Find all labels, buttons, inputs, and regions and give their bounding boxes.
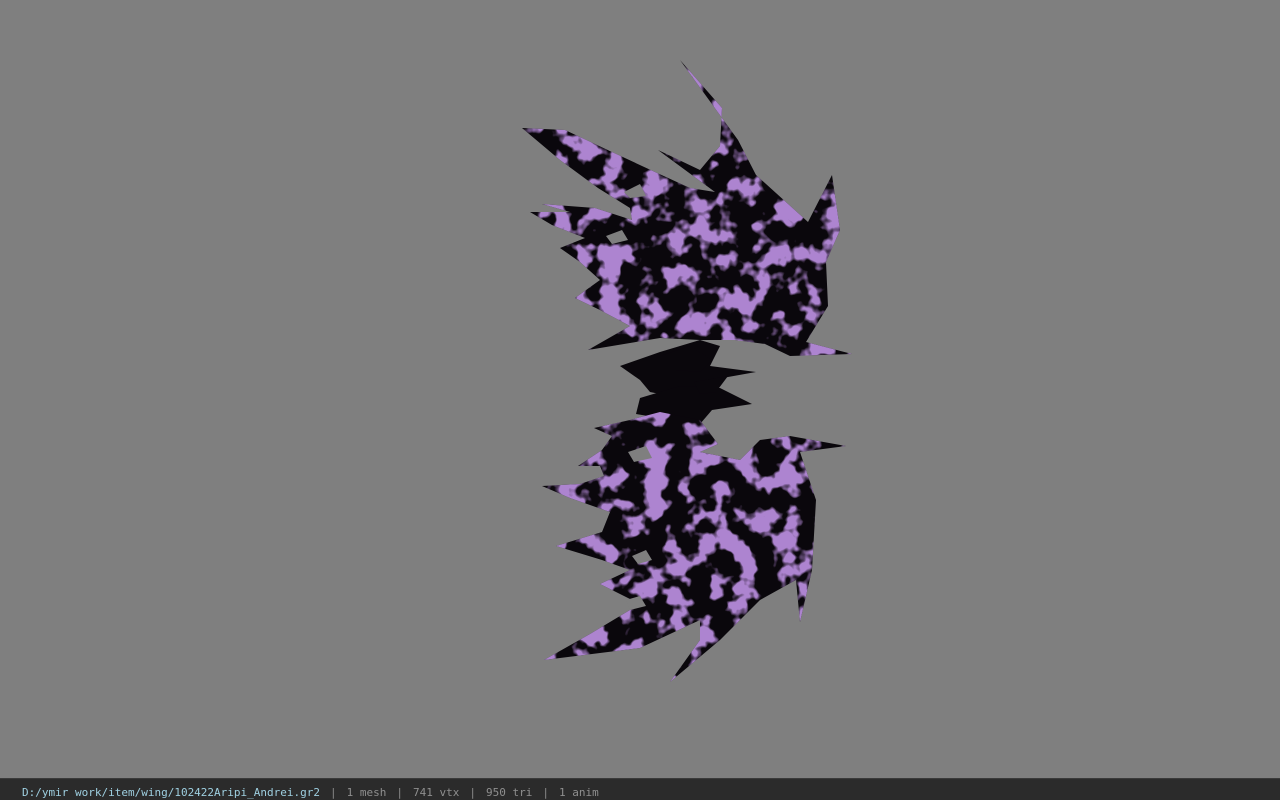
separator: | [469, 786, 476, 799]
upper-wing [522, 60, 852, 356]
separator: | [542, 786, 549, 799]
triangle-count: 950 tri [486, 786, 533, 799]
separator: | [396, 786, 404, 799]
3d-viewport[interactable] [0, 0, 1280, 778]
lower-wing [542, 412, 846, 682]
status-bar: D:/ymir work/item/wing/102422Aripi_Andre… [0, 778, 1280, 800]
file-path: D:/ymir work/item/wing/102422Aripi_Andre… [22, 786, 321, 799]
middle-shards [620, 340, 756, 424]
animation-count: 1 anim [558, 786, 599, 799]
vertex-count: 741 vtx [413, 786, 460, 799]
wing-model-render [522, 60, 852, 682]
mesh-count: 1 mesh [346, 786, 387, 799]
separator: | [330, 786, 337, 799]
